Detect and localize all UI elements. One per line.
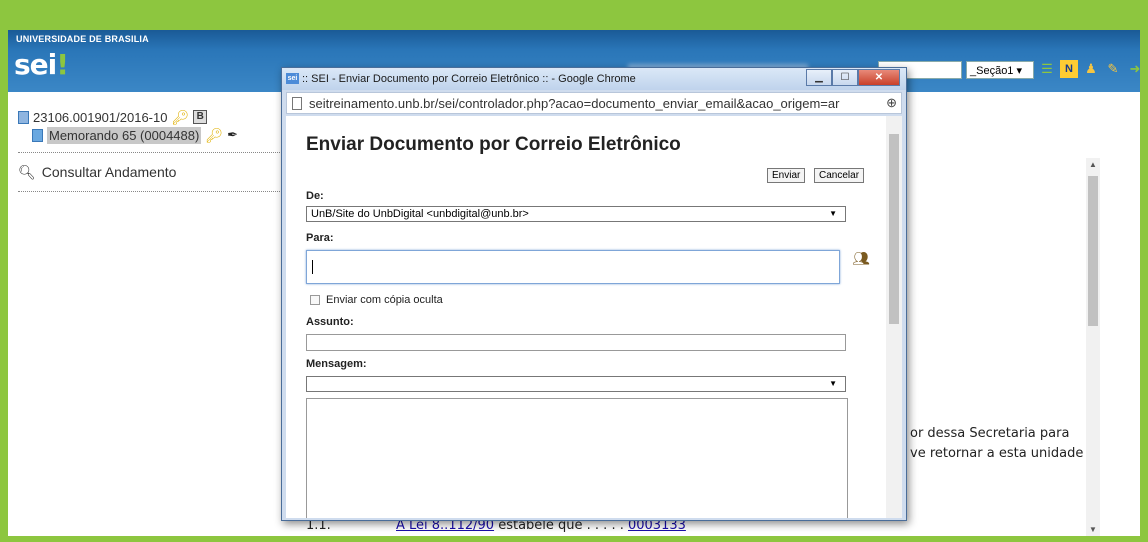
document-node[interactable]: Memorando 65 (0004488) 🔑︎ ✒ — [18, 126, 280, 144]
sei-favicon-icon: sei — [286, 73, 299, 84]
close-button[interactable]: ✕ — [858, 69, 900, 86]
process-node[interactable]: 23106.001901/2016-10 🔑︎ B — [18, 108, 280, 126]
user-icon[interactable]: ♟ — [1082, 60, 1100, 78]
window-controls: ▁ ☐ ✕ — [806, 69, 900, 86]
consultar-label[interactable]: Consultar Andamento — [42, 164, 177, 180]
menu-icon[interactable]: ☰ — [1038, 60, 1056, 78]
key-icon: 🔑︎ — [205, 126, 224, 143]
para-input[interactable] — [306, 250, 840, 284]
exit-icon[interactable]: ➜ — [1126, 60, 1140, 78]
para-label: Para: — [306, 232, 334, 244]
page-icon — [292, 97, 302, 110]
de-select[interactable]: UnB/Site do UnbDigital <unbdigital@unb.b… — [306, 206, 846, 222]
text-cursor — [312, 260, 313, 274]
address-bar[interactable]: seitreinamento.unb.br/sei/controlador.ph… — [286, 92, 902, 114]
scroll-down-arrow[interactable]: ▼ — [1089, 525, 1097, 534]
document-icon — [32, 128, 43, 142]
send-button[interactable]: Enviar — [767, 168, 806, 183]
popup-titlebar[interactable]: sei :: SEI - Enviar Documento por Correi… — [282, 68, 906, 90]
university-title: UNIVERSIDADE DE BRASILIA — [16, 34, 149, 44]
doc-text-line-1: or dessa Secretaria para — [910, 426, 1070, 441]
document-scrollbar[interactable]: ▲ ▼ — [1086, 158, 1100, 536]
url-text[interactable]: seitreinamento.unb.br/sei/controlador.ph… — [309, 96, 875, 111]
contact-group-icon[interactable]: 👥︎ — [852, 250, 870, 267]
block-badge[interactable]: B — [193, 110, 208, 124]
assunto-input[interactable] — [306, 334, 846, 351]
maximize-button[interactable]: ☐ — [832, 69, 858, 86]
popup-scroll-thumb[interactable] — [889, 134, 899, 324]
email-popup-window: sei :: SEI - Enviar Documento por Correi… — [281, 67, 907, 521]
de-label: De: — [306, 190, 324, 202]
popup-scrollbar[interactable] — [886, 116, 902, 518]
divider — [18, 152, 280, 153]
unit-select[interactable]: _Seção1 ▾ — [966, 61, 1034, 79]
consultar-andamento-link[interactable]: 🔍︎ Consultar Andamento — [18, 161, 280, 183]
chevron-down-icon: ▼ — [829, 209, 837, 218]
header-toolbar: ☰ N ♟ ✎ ➜ — [1038, 60, 1140, 78]
assunto-label: Assunto: — [306, 316, 354, 328]
process-number[interactable]: 23106.001901/2016-10 — [33, 110, 167, 125]
sei-logo[interactable]: sei! — [14, 48, 69, 81]
zoom-icon[interactable]: ⊕ — [886, 95, 897, 111]
scroll-thumb[interactable] — [1088, 176, 1098, 326]
key-icon: 🔑︎ — [171, 108, 190, 125]
pen-icon: ✒ — [227, 127, 239, 142]
mensagem-label: Mensagem: — [306, 358, 367, 370]
chevron-down-icon: ▼ — [829, 379, 837, 388]
message-textarea[interactable] — [306, 398, 848, 518]
divider — [18, 191, 280, 192]
cancel-button[interactable]: Cancelar — [814, 168, 865, 183]
document-label[interactable]: Memorando 65 (0004488) — [47, 126, 202, 144]
process-tree: 23106.001901/2016-10 🔑︎ B Memorando 65 (… — [18, 108, 280, 200]
form-title: Enviar Documento por Correio Eletrônico — [306, 134, 681, 155]
popup-title: :: SEI - Enviar Documento por Correio El… — [302, 73, 636, 85]
email-form: Enviar Documento por Correio Eletrônico … — [286, 116, 886, 518]
de-value: UnB/Site do UnbDigital <unbdigital@unb.b… — [311, 208, 529, 220]
mensagem-select[interactable]: ▼ — [306, 376, 846, 392]
minimize-button[interactable]: ▁ — [806, 69, 832, 86]
doc-text-line-2: ve retornar a esta unidade — [910, 446, 1084, 461]
bcc-label: Enviar com cópia oculta — [326, 294, 443, 306]
tools-icon[interactable]: ✎ — [1104, 60, 1122, 78]
notes-icon[interactable]: N — [1060, 60, 1078, 78]
magnifier-icon: 🔍︎ — [18, 163, 36, 180]
scroll-up-arrow[interactable]: ▲ — [1089, 160, 1097, 169]
process-folder-icon — [18, 110, 29, 124]
bcc-checkbox[interactable] — [310, 295, 320, 305]
bcc-checkbox-row[interactable]: Enviar com cópia oculta — [310, 294, 443, 306]
